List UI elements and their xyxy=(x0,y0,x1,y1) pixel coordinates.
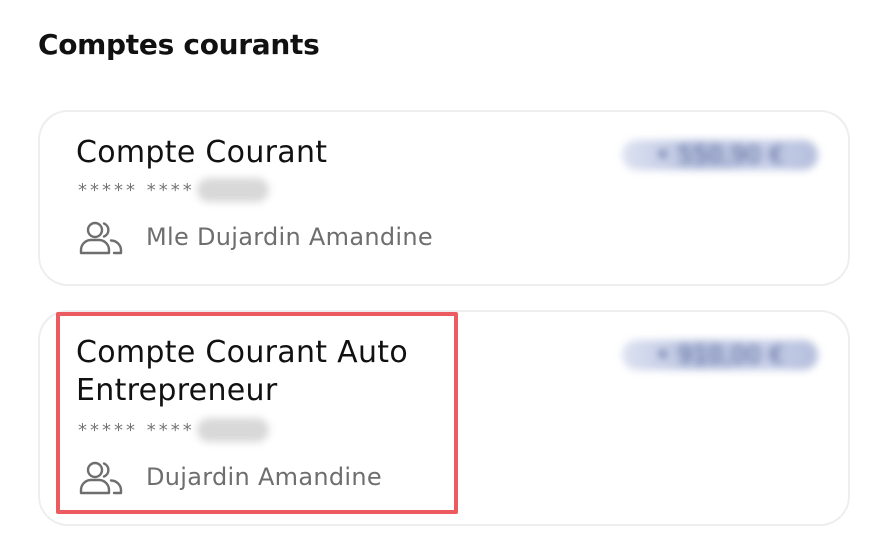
account-holder-name: Mle Dujardin Amandine xyxy=(146,223,433,251)
account-balance-redacted: • 550,90 € xyxy=(622,140,818,170)
people-icon xyxy=(78,218,124,256)
account-card-compte-courant[interactable]: Compte Courant ***** **** Mle Dujardin A… xyxy=(38,110,850,286)
people-icon xyxy=(78,458,124,496)
account-number-mask: ***** **** xyxy=(78,419,195,441)
account-number-redacted xyxy=(196,418,269,442)
account-holder: Dujardin Amandine xyxy=(78,458,382,496)
account-number-mask: ***** **** xyxy=(78,179,195,201)
account-card-compte-courant-auto-entrepreneur[interactable]: Compte Courant Auto Entrepreneur ***** *… xyxy=(38,310,850,526)
account-number: ***** **** xyxy=(78,178,269,202)
account-number: ***** **** xyxy=(78,418,269,442)
account-number-redacted xyxy=(196,178,269,202)
account-holder-name: Dujardin Amandine xyxy=(146,463,382,491)
account-holder: Mle Dujardin Amandine xyxy=(78,218,433,256)
section-title: Comptes courants xyxy=(38,28,320,61)
account-name: Compte Courant Auto Entrepreneur xyxy=(76,335,409,408)
account-name: Compte Courant xyxy=(76,135,328,170)
account-balance-redacted: • 910,00 € xyxy=(622,340,818,370)
